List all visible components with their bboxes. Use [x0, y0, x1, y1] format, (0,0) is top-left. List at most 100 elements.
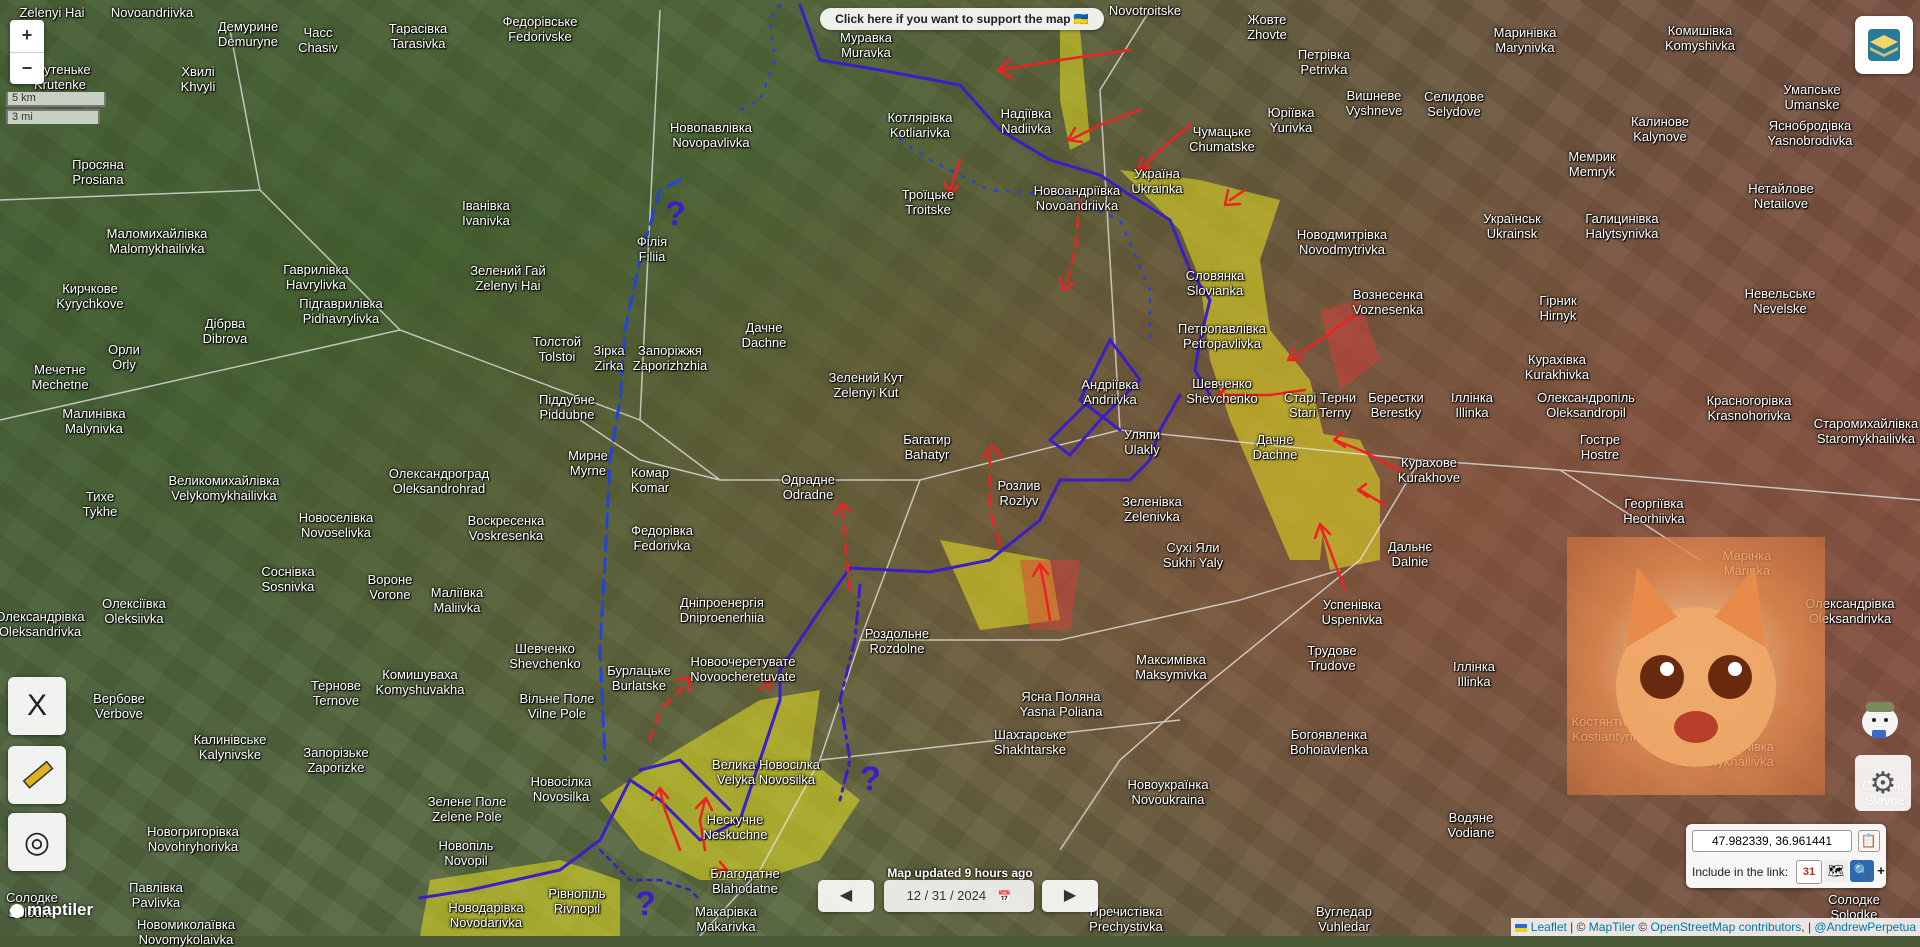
next-date-button[interactable]: ▶ — [1042, 880, 1098, 912]
place-name-local: Берестки — [1368, 390, 1424, 405]
place-name-latin: Myrne — [569, 463, 607, 478]
place-name-local: Толстой — [532, 334, 582, 349]
maptiler-link[interactable]: MapTiler — [1589, 920, 1635, 934]
layers-button[interactable] — [1855, 16, 1913, 74]
place-label: Богоявленка Bohoiavlenka — [1290, 727, 1368, 757]
place-name-local: Воскресенка — [467, 513, 545, 528]
scale-km: 5 km — [6, 92, 106, 107]
place-name-latin: Blahodatne — [712, 881, 778, 896]
support-banner[interactable]: Click here if you want to support the ma… — [820, 8, 1104, 30]
crosshair-icon: + — [1877, 863, 1885, 878]
place-name-latin: Umanske — [1784, 97, 1840, 112]
place-name-local: Олександрівка — [0, 609, 85, 624]
place-name-latin: Hirnyk — [1539, 308, 1577, 323]
author-link[interactable]: @AndrewPerpetua — [1814, 920, 1916, 934]
place-name-latin: Novopavlivka — [672, 135, 750, 150]
date-input[interactable]: 12 / 31 / 2024 📅 — [884, 880, 1034, 912]
osm-link[interactable]: OpenStreetMap contributors — [1651, 920, 1802, 934]
place-name-latin: Bahatyr — [904, 447, 950, 462]
place-name-latin: Vilne Pole — [527, 706, 587, 721]
place-label: Благодатне Blahodatne — [710, 866, 780, 896]
place-label: Вербове Verbove — [93, 691, 145, 721]
place-label: Новоукраїнка Novoukraina — [1127, 777, 1208, 807]
zoom-control: + − — [10, 20, 44, 84]
place-name-local: Зірка — [593, 343, 625, 358]
measure-button[interactable] — [8, 746, 66, 804]
x-button[interactable]: X — [8, 677, 66, 735]
place-label: Великомихайлівка Velykomykhailivka — [168, 473, 279, 503]
include-label: Include in the link: — [1692, 865, 1789, 879]
place-name-latin: Ukrainka — [1131, 181, 1183, 196]
place-name-latin: Tarasivka — [390, 36, 446, 51]
place-name-latin: Illinka — [1455, 405, 1489, 420]
settings-button[interactable]: ⚙ — [1855, 755, 1911, 811]
place-label: Вознесенка Voznesenka — [1353, 287, 1424, 317]
svg-text:?: ? — [665, 195, 686, 233]
place-label: Макарівка Makarivka — [695, 904, 757, 934]
place-label: Яснобродівка Yasnobrodivka — [1767, 118, 1852, 148]
place-label: Зеленівка Zelenivka — [1122, 494, 1182, 524]
place-name-latin: Komyshivka — [1664, 38, 1736, 53]
place-name-local: Старі Терни — [1283, 390, 1357, 405]
include-map-button[interactable]: 🗺 — [1824, 860, 1848, 882]
place-label: Шахтарське Shakhtarske — [994, 727, 1066, 757]
place-name-local: Старомихайлівка — [1813, 416, 1919, 431]
place-label: Українськ Ukrainsk — [1483, 211, 1541, 241]
place-name-local: Павлівка — [129, 880, 183, 895]
place-name-local: Мирне — [568, 448, 608, 463]
zoom-out-button[interactable]: − — [10, 53, 44, 85]
include-date-button[interactable]: 31 — [1796, 860, 1822, 884]
place-name-local: Надіївка — [1000, 106, 1052, 121]
mascot-icon — [1852, 688, 1908, 744]
place-name-latin: Heorhiivka — [1623, 511, 1685, 526]
place-name-latin: Makarivka — [696, 919, 756, 934]
place-name-local: Орли — [108, 342, 140, 357]
locate-button[interactable]: ◎ — [8, 813, 66, 871]
place-name-local: Благодатне — [710, 866, 780, 881]
place-name-local: Дальнє — [1387, 539, 1433, 554]
place-label: Юріївка Yurivka — [1268, 105, 1315, 135]
place-label: Новоочеретувате Novoocheretuvate — [690, 654, 796, 684]
place-name-local: Зеленівка — [1122, 494, 1182, 509]
place-name-local: Гірник — [1539, 293, 1577, 308]
place-label: Україна Ukrainka — [1131, 166, 1182, 196]
place-name-latin: Ternove — [312, 693, 360, 708]
place-label: Тернове Ternove — [311, 678, 361, 708]
place-name-local: Вознесенка — [1352, 287, 1424, 302]
place-label: Калинове Kalynove — [1631, 114, 1689, 144]
copy-button[interactable]: 📋 — [1858, 830, 1880, 852]
prev-date-button[interactable]: ◀ — [818, 880, 874, 912]
place-label: Новоандріївка Novoandriivka — [1034, 183, 1120, 213]
place-name-local: Макарівка — [695, 904, 757, 919]
leaflet-link[interactable]: Leaflet — [1531, 920, 1567, 934]
svg-text:?: ? — [635, 885, 656, 923]
place-name-local: Соснівка — [261, 564, 315, 579]
place-label: Курахівка Kurakhivka — [1525, 352, 1589, 382]
place-label: Роздольне Rozdolne — [865, 626, 929, 656]
place-name-local: Петропавлівка — [1177, 321, 1267, 336]
place-name-local: Новоочеретувате — [690, 654, 796, 669]
place-label: Красногорівка Krasnohorivka — [1707, 393, 1792, 423]
place-name-local: Уляпи — [1123, 427, 1161, 442]
place-label: Вугледар Vuhledar — [1316, 904, 1372, 934]
place-label: Мемрик Memryk — [1568, 149, 1615, 179]
place-name-local: Тарасівка — [388, 21, 448, 36]
place-label: Хвилі Khvyli — [181, 64, 216, 94]
place-name-local: Дніпроенергія — [680, 595, 764, 610]
coordinates-input[interactable] — [1692, 830, 1852, 852]
place-label: Novoandriivka — [111, 5, 193, 20]
place-label: Берестки Berestky — [1368, 390, 1424, 420]
place-label: Умапське Umanske — [1783, 82, 1840, 112]
place-name-local: Novoandriivka — [110, 5, 194, 20]
place-label: Пречистівка Prechystivka — [1089, 904, 1163, 934]
include-pin-button[interactable]: + — [1874, 860, 1888, 882]
zoom-in-button[interactable]: + — [10, 20, 44, 53]
ukraine-flag-icon — [1515, 923, 1528, 932]
place-name-latin: Bohoiavlenka — [1289, 742, 1369, 757]
place-label: Вишневе Vyshneve — [1346, 88, 1403, 118]
place-name-latin: Demuryne — [218, 34, 278, 49]
place-name-latin: Odradne — [782, 487, 834, 502]
place-label: Розлив Rozlyv — [998, 478, 1041, 508]
include-zoom-button[interactable]: 🔍 — [1850, 860, 1874, 882]
place-name-latin: Novosilka — [532, 789, 590, 804]
